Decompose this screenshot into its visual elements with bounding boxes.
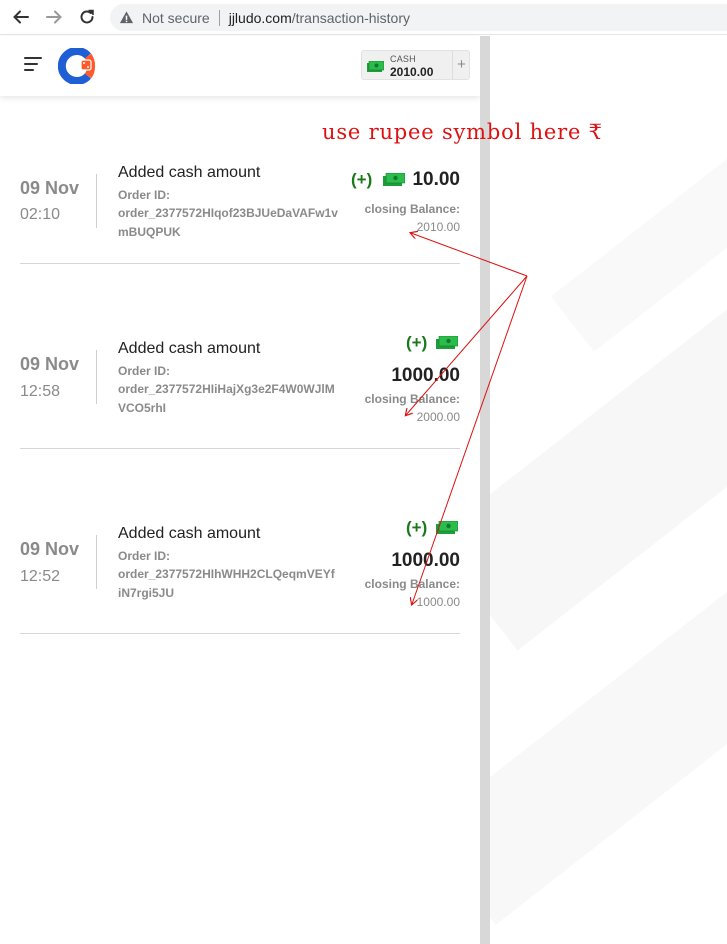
txn-title: Added cash amount (118, 525, 261, 542)
reload-icon (80, 9, 94, 24)
transaction-item: 09 Nov 12:58 Added cash amount Order ID:… (20, 333, 460, 453)
annotation-note: use rupee symbol here ₹ (322, 120, 603, 144)
reload-button[interactable] (74, 4, 100, 30)
txn-date: 09 Nov (20, 178, 80, 198)
txn-time: 02:10 (20, 206, 61, 223)
order-id-label: Order ID: (118, 364, 171, 378)
background-panel (490, 36, 727, 944)
url-host: jjludo.com (228, 9, 292, 26)
txn-title: Added cash amount (118, 164, 261, 181)
closing-balance-value: 1000.00 (416, 595, 460, 609)
cash-icon (383, 173, 405, 186)
txn-divider (96, 174, 97, 228)
url-path: /transaction-history (291, 9, 411, 26)
closing-balance-value: 2000.00 (416, 410, 460, 424)
hamburger-menu-icon[interactable] (24, 57, 44, 75)
txn-time: 12:58 (20, 383, 61, 400)
txn-amount: 1000.00 (391, 550, 460, 571)
page-divider (480, 36, 490, 944)
app-header: CASH 2010.00 + (0, 36, 480, 96)
wallet-amount: 2010.00 (390, 65, 434, 79)
txn-divider (96, 350, 97, 404)
forward-arrow-icon (46, 10, 62, 24)
security-label[interactable]: Not secure (142, 10, 210, 26)
txn-time: 12:52 (20, 568, 61, 585)
warning-icon (119, 10, 135, 26)
wallet-label: CASH (390, 54, 416, 64)
credit-sign: (+) (351, 170, 373, 189)
txn-title: Added cash amount (118, 340, 261, 357)
row-separator (20, 633, 460, 634)
txn-amount: 1000.00 (391, 365, 460, 386)
order-id: order_2377572HIqof23BJUeDaVAFw1vmBUQPUK (118, 206, 338, 239)
row-separator (20, 263, 460, 264)
address-bar[interactable]: Not secure jjludo.com /transaction-histo… (110, 4, 727, 31)
txn-date: 09 Nov (20, 354, 80, 374)
wallet-balance[interactable]: CASH 2010.00 + (361, 50, 470, 80)
back-button[interactable] (8, 4, 34, 30)
txn-divider (96, 535, 97, 589)
credit-sign: (+) (406, 518, 428, 537)
closing-balance-label: closing Balance: (364, 202, 460, 216)
order-id: order_2377572HIhWHH2CLQeqmVEYfiN7rgi5JU (118, 567, 335, 600)
credit-sign: (+) (406, 333, 428, 352)
app-logo-icon[interactable] (58, 48, 96, 84)
transaction-item: 09 Nov 12:52 Added cash amount Order ID:… (20, 518, 460, 638)
txn-amount: 10.00 (412, 169, 460, 190)
order-id: order_2377572HIiHajXg3e2F4W0WJlMVCO5rhI (118, 382, 335, 415)
closing-balance-label: closing Balance: (364, 392, 460, 406)
add-cash-button[interactable]: + (452, 51, 470, 79)
row-separator (20, 448, 460, 449)
forward-button[interactable] (41, 4, 67, 30)
txn-date: 09 Nov (20, 539, 80, 559)
cash-icon (436, 336, 458, 349)
order-id-label: Order ID: (118, 188, 171, 202)
transaction-item: 09 Nov 02:10 Added cash amount Order ID:… (20, 164, 460, 284)
closing-balance-label: closing Balance: (364, 577, 460, 591)
cash-icon (436, 521, 458, 534)
order-id-label: Order ID: (118, 549, 171, 563)
cash-icon (367, 61, 384, 72)
browser-toolbar: Not secure jjludo.com /transaction-histo… (0, 0, 727, 35)
address-separator (218, 9, 220, 26)
closing-balance-value: 2010.00 (416, 220, 460, 234)
back-arrow-icon (13, 10, 29, 24)
